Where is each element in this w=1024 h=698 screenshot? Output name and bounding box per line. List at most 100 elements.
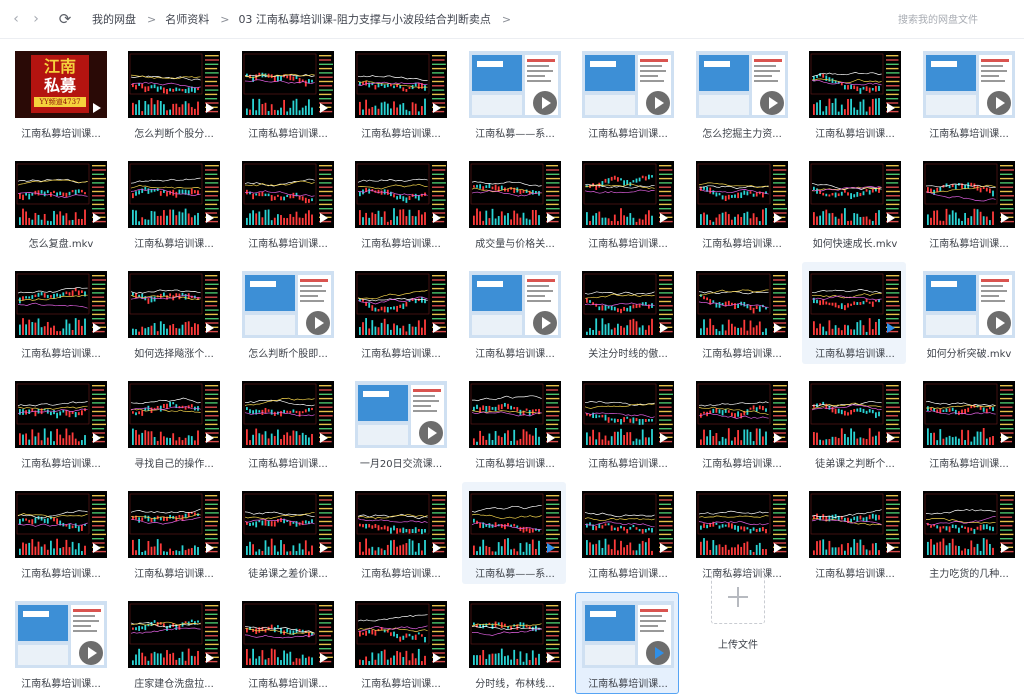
file-item[interactable]: 江南私募培训课... bbox=[802, 482, 906, 584]
file-item[interactable]: 江南私募培训课... bbox=[575, 152, 679, 254]
file-item[interactable]: 江南私募培训课... bbox=[802, 262, 906, 364]
play-icon bbox=[770, 430, 784, 444]
file-item[interactable]: 主力吃货的几种... bbox=[916, 482, 1020, 584]
upload-button[interactable] bbox=[711, 570, 765, 624]
video-thumbnail bbox=[128, 491, 220, 558]
file-item[interactable]: 如何分析突破.mkv bbox=[916, 262, 1020, 364]
play-icon bbox=[306, 311, 330, 335]
file-name: 江南私募培训课... bbox=[929, 459, 1009, 470]
play-icon bbox=[533, 91, 557, 115]
video-thumbnail bbox=[809, 381, 901, 448]
file-item[interactable]: 江南私募培训课... bbox=[916, 42, 1020, 144]
file-item[interactable]: 一月20日交流课... bbox=[348, 372, 452, 474]
file-item[interactable]: 怎么判断个股分... bbox=[121, 42, 225, 144]
file-item[interactable]: 江南私募培训课... bbox=[348, 42, 452, 144]
video-thumbnail bbox=[582, 271, 674, 338]
refresh-icon[interactable]: ⟳ bbox=[57, 10, 73, 28]
file-item[interactable]: 江南私募培训课... bbox=[121, 482, 225, 584]
video-thumbnail bbox=[469, 381, 561, 448]
breadcrumb-my-disk[interactable]: 我的网盘 bbox=[92, 13, 136, 26]
breadcrumb-teacher-materials[interactable]: 名师资料 bbox=[165, 13, 209, 26]
play-icon bbox=[202, 100, 216, 114]
file-item[interactable]: 怎么判断个股即... bbox=[235, 262, 339, 364]
video-thumbnail bbox=[128, 51, 220, 118]
play-icon bbox=[429, 100, 443, 114]
video-thumbnail bbox=[469, 601, 561, 668]
search-input[interactable] bbox=[896, 9, 1020, 31]
file-item[interactable]: 江南私募培训课... bbox=[575, 42, 679, 144]
breadcrumb-separator[interactable]: > bbox=[502, 13, 511, 26]
play-icon bbox=[429, 320, 443, 334]
file-item[interactable]: 江南私募培训课... bbox=[689, 262, 793, 364]
play-icon bbox=[997, 210, 1011, 224]
file-item[interactable]: 江南私募培训课... bbox=[575, 372, 679, 474]
file-item[interactable]: 成交量与价格关... bbox=[462, 152, 566, 254]
file-item[interactable]: 江南私募培训课... bbox=[235, 42, 339, 144]
file-item[interactable]: 江南私募培训课... bbox=[348, 482, 452, 584]
file-item[interactable]: 江南私募培训课... bbox=[121, 152, 225, 254]
video-thumbnail bbox=[582, 381, 674, 448]
file-item[interactable]: 寻找自己的操作... bbox=[121, 372, 225, 474]
file-item[interactable]: 江南私募——系... bbox=[462, 482, 566, 584]
file-item[interactable]: 江南私募培训课... bbox=[235, 372, 339, 474]
file-item[interactable]: 江南私募培训课... bbox=[8, 372, 112, 474]
file-item[interactable]: 江南 私募 YY频道4737 江南私募培训课... bbox=[8, 42, 112, 144]
channel-logo: 江南 私募 YY频道4737 bbox=[31, 55, 89, 113]
play-icon bbox=[656, 540, 670, 554]
play-icon bbox=[89, 430, 103, 444]
file-item[interactable]: 江南私募培训课... bbox=[235, 592, 339, 694]
file-item[interactable]: 分时线，布林线... bbox=[462, 592, 566, 694]
file-item[interactable]: 江南私募培训课... bbox=[689, 152, 793, 254]
play-icon bbox=[429, 210, 443, 224]
file-item[interactable]: 江南私募培训课... bbox=[348, 152, 452, 254]
video-thumbnail bbox=[128, 271, 220, 338]
file-name: 徒弟课之差价课... bbox=[248, 569, 328, 580]
play-icon bbox=[202, 210, 216, 224]
file-item[interactable]: 江南私募培训课... bbox=[916, 372, 1020, 474]
video-thumbnail bbox=[15, 381, 107, 448]
file-item[interactable]: 江南私募培训课... bbox=[689, 482, 793, 584]
chevron-right-icon[interactable]: › bbox=[28, 10, 44, 28]
video-thumbnail bbox=[15, 601, 107, 668]
file-name: 江南私募培训课... bbox=[21, 569, 101, 580]
file-item[interactable]: 江南私募培训课... bbox=[8, 592, 112, 694]
file-name: 如何分析突破.mkv bbox=[926, 349, 1012, 360]
file-item[interactable]: 江南私募培训课... bbox=[348, 592, 452, 694]
file-name: 江南私募培训课... bbox=[361, 569, 441, 580]
file-item[interactable]: 江南私募培训课... bbox=[8, 482, 112, 584]
breadcrumb-current-folder[interactable]: 03 江南私募培训课-阻力支撑与小波段结合判断卖点 bbox=[238, 13, 490, 26]
file-item[interactable]: 江南私募培训课... bbox=[802, 42, 906, 144]
file-item[interactable]: 关注分时线的傲... bbox=[575, 262, 679, 364]
play-icon bbox=[202, 430, 216, 444]
file-item[interactable]: 怎么复盘.mkv bbox=[8, 152, 112, 254]
file-name: 江南私募培训课... bbox=[702, 349, 782, 360]
video-thumbnail bbox=[809, 271, 901, 338]
file-item[interactable]: 江南私募培训课... bbox=[689, 372, 793, 474]
play-icon bbox=[89, 210, 103, 224]
breadcrumb-separator: > bbox=[147, 13, 157, 26]
file-name: 江南私募——系... bbox=[475, 569, 555, 580]
file-name: 怎么挖掘主力资... bbox=[702, 129, 782, 140]
file-item[interactable]: 江南私募培训课... bbox=[462, 372, 566, 474]
file-item[interactable]: 江南私募培训课... bbox=[348, 262, 452, 364]
file-item[interactable]: 怎么挖掘主力资... bbox=[689, 42, 793, 144]
file-item[interactable]: 庄家建仓洗盘拉... bbox=[121, 592, 225, 694]
file-item[interactable]: 江南私募培训课... bbox=[575, 592, 679, 694]
file-name: 江南私募培训课... bbox=[134, 569, 214, 580]
file-item[interactable]: 江南私募培训课... bbox=[575, 482, 679, 584]
chevron-left-icon[interactable]: ‹ bbox=[8, 10, 24, 28]
file-item[interactable]: 江南私募培训课... bbox=[235, 152, 339, 254]
file-item[interactable]: 江南私募——系... bbox=[462, 42, 566, 144]
file-item[interactable]: 如何选择飚涨个... bbox=[121, 262, 225, 364]
file-item[interactable]: 江南私募培训课... bbox=[462, 262, 566, 364]
play-icon bbox=[316, 210, 330, 224]
file-item[interactable]: 江南私募培训课... bbox=[916, 152, 1020, 254]
play-icon bbox=[656, 430, 670, 444]
file-name: 江南私募培训课... bbox=[702, 239, 782, 250]
file-item[interactable]: 徒弟课之判断个... bbox=[802, 372, 906, 474]
file-item[interactable]: 如何快速成长.mkv bbox=[802, 152, 906, 254]
file-name: 江南私募培训课... bbox=[134, 239, 214, 250]
play-icon bbox=[429, 540, 443, 554]
file-item[interactable]: 江南私募培训课... bbox=[8, 262, 112, 364]
file-item[interactable]: 徒弟课之差价课... bbox=[235, 482, 339, 584]
